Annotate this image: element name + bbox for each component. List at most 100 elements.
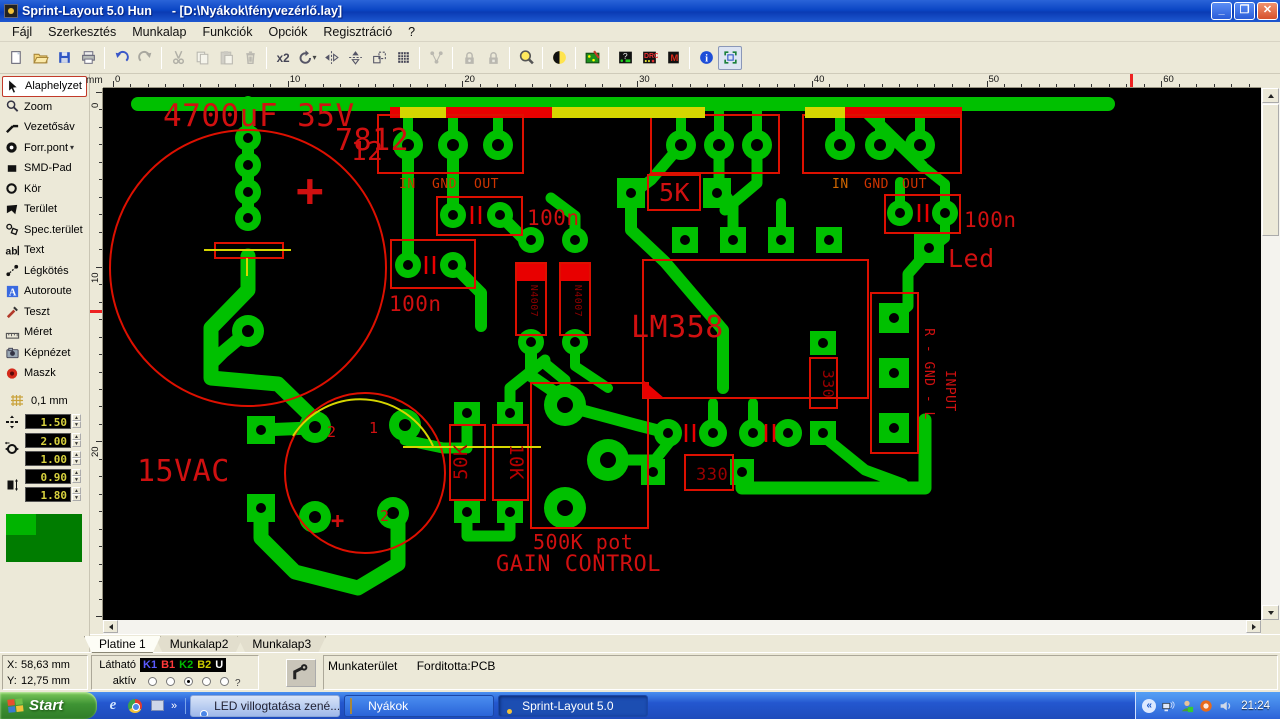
menu-funkci-k[interactable]: Funkciók [194, 23, 260, 41]
task-sprint-layout-5-0[interactable]: Sprint-Layout 5.0 [498, 694, 649, 717]
layer-indicators[interactable]: K1 B1 K2 B2 U [140, 658, 227, 672]
save-button[interactable] [52, 46, 76, 70]
pcb-canvas[interactable]: 4700uF 35V 7812 +12 IN GND OUT IN GND OUT 100n 100… [103, 88, 1261, 620]
layer-chip-k1[interactable]: K1 [143, 658, 157, 672]
show-desktop-icon[interactable] [149, 698, 165, 714]
close-button[interactable]: ✕ [1257, 2, 1278, 20]
layer-radio-b1[interactable] [166, 676, 175, 686]
paste-button[interactable] [214, 46, 238, 70]
quick-launch-overflow[interactable]: » [171, 700, 177, 712]
smd-width-field[interactable]: 0.90 [25, 468, 71, 484]
smd-height-field[interactable]: 1.80 [25, 486, 71, 502]
antivirus-icon[interactable] [1199, 699, 1213, 713]
tool-forr-pont[interactable]: Forr.pont ▾ [2, 138, 87, 159]
macros-button[interactable]: ? [613, 46, 637, 70]
menu--[interactable]: ? [400, 23, 423, 41]
layer-chip-k2[interactable]: K2 [179, 658, 193, 672]
open-button[interactable] [28, 46, 52, 70]
tool-l-gk-t-s[interactable]: Légkötés [2, 261, 87, 282]
delete-button[interactable] [238, 46, 262, 70]
vertical-ruler: 0102030 [90, 88, 103, 620]
tool-ter-let[interactable]: Terület [2, 199, 87, 220]
vertical-scrollbar-thumb[interactable] [1262, 104, 1279, 236]
connections-button[interactable] [424, 46, 448, 70]
layer-chip-b2[interactable]: B2 [197, 658, 211, 672]
tool-zoom[interactable]: Zoom [2, 97, 87, 118]
track-width-spinner[interactable]: ▲ ▼ [72, 414, 81, 429]
print-button[interactable] [76, 46, 100, 70]
pad-outer-spinner[interactable]: ▲ ▼ [72, 432, 81, 448]
layer-radio-k1[interactable] [148, 676, 157, 686]
redo-button[interactable] [133, 46, 157, 70]
start-button[interactable]: Start [0, 692, 97, 719]
info-button[interactable]: i [694, 46, 718, 70]
capture-button[interactable] [718, 45, 742, 70]
tool-smd-pad[interactable]: SMD-Pad [2, 158, 87, 179]
menu-f-jl[interactable]: Fájl [4, 23, 40, 41]
layer-chip-b1[interactable]: B1 [161, 658, 175, 672]
tool-k-pn-zet[interactable]: Képnézet [2, 343, 87, 364]
mirrorh-button[interactable] [319, 46, 343, 70]
mirrorv-button[interactable] [343, 46, 367, 70]
layer-radio-k2[interactable] [184, 676, 193, 686]
pattern-button[interactable] [391, 46, 415, 70]
task-led-villogtat-sa-zen-[interactable]: LED villogtatása zené... [190, 694, 341, 717]
tool-autoroute[interactable]: A Autoroute [2, 281, 87, 302]
tool-maszk[interactable]: Maszk [2, 363, 87, 384]
menu-munkalap[interactable]: Munkalap [124, 23, 194, 41]
flip-button[interactable] [367, 46, 391, 70]
vertical-scrollbar[interactable] [1261, 88, 1280, 620]
duplicate-button[interactable]: x2 [271, 46, 295, 70]
testmode-button[interactable] [580, 46, 604, 70]
layer-radio-u[interactable] [220, 676, 229, 686]
layer-chip-u[interactable]: U [215, 658, 223, 672]
tool-text[interactable]: ab Text [2, 240, 87, 261]
tab-platine-1[interactable]: Platine 1 [84, 636, 161, 653]
internet-explorer-icon[interactable]: e [105, 697, 121, 714]
menu-szerkeszt-s[interactable]: Szerkesztés [40, 23, 124, 41]
grid-setting[interactable]: 0,1 mm [3, 392, 87, 411]
layer-help[interactable]: ? [235, 678, 241, 689]
network-icon[interactable] [1161, 699, 1175, 713]
chrome-icon[interactable] [127, 698, 143, 714]
maskicon-button[interactable]: M [661, 46, 685, 70]
cut-button[interactable] [166, 46, 190, 70]
menu-regisztr-ci-[interactable]: Regisztráció [315, 23, 400, 41]
new-button[interactable] [4, 46, 28, 70]
tab-munkalap3[interactable]: Munkalap3 [237, 636, 326, 653]
menu-opci-k[interactable]: Opciók [260, 23, 315, 41]
photoview-button[interactable] [547, 46, 571, 70]
status-bar: X: 58,63 mm Y: 12,75 mm Látható K1 B1 K2 B2 U … [0, 652, 1280, 692]
track-width-field[interactable]: 1.50 [25, 414, 71, 429]
horizontal-scrollbar[interactable] [103, 620, 1261, 634]
pad-outer-field[interactable]: 2.00 [25, 432, 71, 448]
task-ny-kok[interactable]: Nyákok [344, 694, 495, 717]
layer-radio-b2[interactable] [202, 676, 211, 686]
tool-teszt[interactable]: Teszt [2, 302, 87, 323]
zoomall-button[interactable] [514, 46, 538, 70]
tray-collapse-icon[interactable]: « [1142, 698, 1157, 713]
pad-drill-spinner[interactable]: ▲ ▼ [72, 450, 81, 466]
smd-width-spinner[interactable]: ▲ ▼ [72, 468, 81, 484]
rotate-button[interactable]: ▾ [295, 46, 319, 70]
pad-drill-field[interactable]: 1.00 [25, 450, 71, 466]
v-ruler-cursor-marker [90, 310, 102, 313]
tool-alaphelyzet[interactable]: Alaphelyzet [2, 76, 87, 97]
copy-button[interactable] [190, 46, 214, 70]
maximize-button[interactable]: ❐ [1234, 2, 1255, 20]
undo-button[interactable] [109, 46, 133, 70]
tool-k-r[interactable]: Kör [2, 179, 87, 200]
tool-spec-ter-let[interactable]: Spec.terület [2, 220, 87, 241]
volume-icon[interactable] [1218, 699, 1232, 713]
tool-vezet-s-v[interactable]: Vezetősáv [2, 117, 87, 138]
locksmd-button[interactable] [481, 46, 505, 70]
tab-munkalap2[interactable]: Munkalap2 [155, 636, 244, 653]
tool-m-ret[interactable]: Méret [2, 322, 87, 343]
svg-text:2: 2 [380, 507, 390, 525]
grid-icon [9, 392, 25, 411]
minimize-button[interactable]: _ [1211, 2, 1232, 20]
lockpads-button[interactable] [457, 46, 481, 70]
user-icon[interactable] [1180, 699, 1194, 713]
drc-button[interactable]: DRC [637, 46, 661, 70]
smd-height-spinner[interactable]: ▲ ▼ [72, 486, 81, 502]
